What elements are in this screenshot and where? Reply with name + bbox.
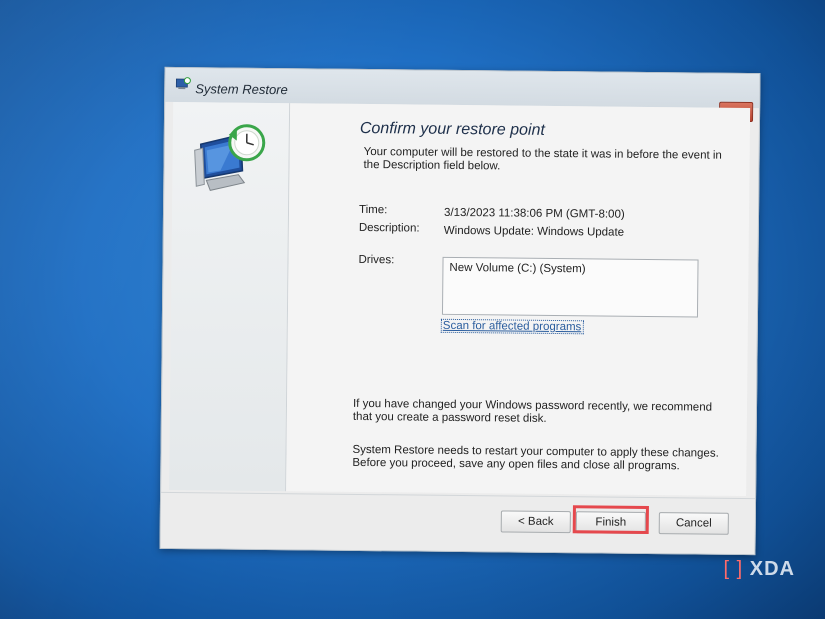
page-title: Confirm your restore point — [359, 119, 545, 139]
password-note: If you have changed your Windows passwor… — [352, 397, 713, 425]
sidebar-panel — [169, 101, 291, 492]
button-bar: < Back Finish Cancel — [160, 491, 756, 555]
drives-label: Drives: — [358, 253, 395, 267]
finish-highlight-box — [572, 505, 649, 534]
description-value: Windows Update: Windows Update — [443, 224, 625, 239]
cancel-button[interactable]: Cancel — [658, 512, 729, 535]
xda-logo-bracket: [ ] — [723, 558, 744, 580]
drives-list[interactable]: New Volume (C:) (System) — [441, 256, 699, 318]
xda-logo: [ ] XDA — [724, 558, 795, 581]
intro-text: Your computer will be restored to the st… — [363, 145, 722, 173]
time-label: Time: — [358, 203, 388, 217]
scan-affected-programs-link[interactable]: Scan for affected programs — [440, 318, 584, 335]
time-value: 3/13/2023 11:38:06 PM (GMT-8:00) — [443, 206, 625, 221]
computer-restore-icon — [194, 124, 266, 191]
restart-note: System Restore needs to restart your com… — [352, 443, 719, 473]
system-restore-icon — [175, 77, 191, 90]
main-content: Confirm your restore point Your computer… — [286, 103, 751, 497]
system-restore-window: System Restore × Confirm your restore po… — [159, 66, 761, 556]
description-label: Description: — [358, 221, 420, 235]
window-title: System Restore — [195, 81, 288, 98]
xda-logo-text: XDA — [749, 558, 795, 580]
back-button[interactable]: < Back — [500, 510, 571, 534]
list-item[interactable]: New Volume (C:) (System) — [449, 262, 585, 275]
